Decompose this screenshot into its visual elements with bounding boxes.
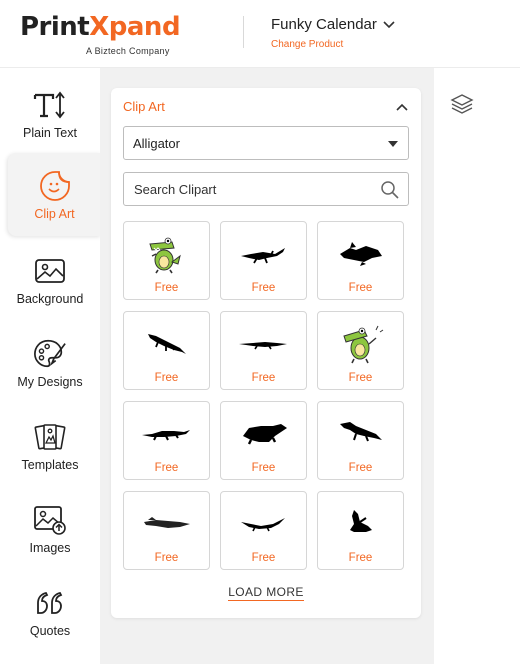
rail-item-quotes[interactable]: Quotes [0,570,100,653]
image-upload-icon [33,503,67,537]
top-header: PrintXpand A Biztech Company Funky Calen… [0,0,520,68]
logo-wordmark: PrintXpand [20,12,190,42]
rail-item-plain-text[interactable]: Plain Text [0,72,100,155]
alligator-silhouette-icon [340,242,382,266]
rail-item-images[interactable]: Images [0,487,100,570]
price-label: Free [251,282,276,294]
category-select-value: Alligator [133,135,180,151]
caret-down-icon [388,141,398,147]
clipart-grid: Free Free Free Free Free Free Free Free … [123,221,405,570]
product-name[interactable]: Funky Calendar [271,16,395,33]
rail-item-label: My Designs [17,374,83,389]
alligator-silhouette-icon [350,510,372,532]
price-label: Free [154,282,179,294]
rail-item-label: Quotes [29,623,71,638]
price-label: Free [348,462,373,474]
alligator-silhouette-icon [241,518,285,532]
printxpand-logo[interactable]: PrintXpand A Biztech Company [20,12,190,58]
load-more-container: LOAD MORE [111,583,421,601]
quote-icon [33,586,67,620]
clipart-tile[interactable]: Free [317,221,404,300]
clipart-tile[interactable]: Free [123,221,210,300]
category-select[interactable]: Alligator [123,126,409,160]
clipart-tile[interactable]: Free [317,311,404,390]
rail-item-label: Plain Text [23,125,77,140]
cartoon-croc-icon [149,237,181,274]
price-label: Free [348,282,373,294]
layers-icon[interactable] [450,92,474,116]
alligator-silhouette-icon [144,517,190,528]
alligator-silhouette-icon [148,334,186,354]
left-tool-rail: Plain Text Clip Art Background My Design… [0,68,101,664]
clipart-tile[interactable]: Free [220,491,307,570]
header-divider [243,16,244,48]
clipart-tile[interactable]: Free [123,401,210,480]
alligator-silhouette-icon [142,430,190,441]
product-selector[interactable]: Funky Calendar Change Product [271,16,395,50]
right-toolbar [434,68,520,664]
price-label: Free [154,552,179,564]
clipart-tile[interactable]: Free [123,491,210,570]
image-icon [33,254,67,288]
price-label: Free [251,462,276,474]
price-label: Free [251,372,276,384]
search-icon[interactable] [380,180,400,200]
alligator-silhouette-icon [243,424,287,445]
clipart-tile[interactable]: Free [317,491,404,570]
change-product-link[interactable]: Change Product [271,39,395,50]
clipart-tile[interactable]: Free [220,221,307,300]
price-label: Free [348,552,373,564]
clipart-tile[interactable]: Free [317,401,404,480]
rail-item-label: Images [29,540,71,555]
logo-tagline: A Biztech Company [86,46,170,56]
clipart-tile[interactable]: Free [220,401,307,480]
rail-item-my-designs[interactable]: My Designs [0,321,100,404]
product-name-label: Funky Calendar [271,16,377,33]
price-label: Free [251,552,276,564]
price-label: Free [154,462,179,474]
chevron-up-icon[interactable] [395,100,409,114]
rail-item-label: Templates [21,457,79,472]
rail-item-background[interactable]: Background [0,238,100,321]
text-icon [33,88,67,122]
logo-part-xpand: Xpand [89,12,181,42]
logo-part-print: Print [20,12,90,42]
alligator-silhouette-icon [241,248,285,264]
load-more-button[interactable]: LOAD MORE [228,585,304,601]
clip-art-panel: Clip Art Alligator Search Clipart Free F… [111,88,421,618]
price-label: Free [348,372,373,384]
rail-item-label: Clip Art [34,206,75,221]
price-label: Free [154,372,179,384]
clipart-tile[interactable]: Free [220,311,307,390]
chevron-down-icon [383,20,395,28]
alligator-silhouette-icon [340,422,382,442]
templates-icon [33,420,67,454]
rail-item-label: Background [16,291,84,306]
clipart-search-input[interactable]: Search Clipart [123,172,409,206]
clipart-tile[interactable]: Free [123,311,210,390]
search-placeholder: Search Clipart [134,181,217,197]
sticker-icon [38,169,72,203]
palette-icon [33,337,67,371]
rail-item-templates[interactable]: Templates [0,404,100,487]
rail-item-clip-art[interactable]: Clip Art [8,153,101,236]
cartoon-croc-icon [343,325,384,364]
alligator-silhouette-icon [239,342,287,350]
panel-title: Clip Art [123,99,165,114]
